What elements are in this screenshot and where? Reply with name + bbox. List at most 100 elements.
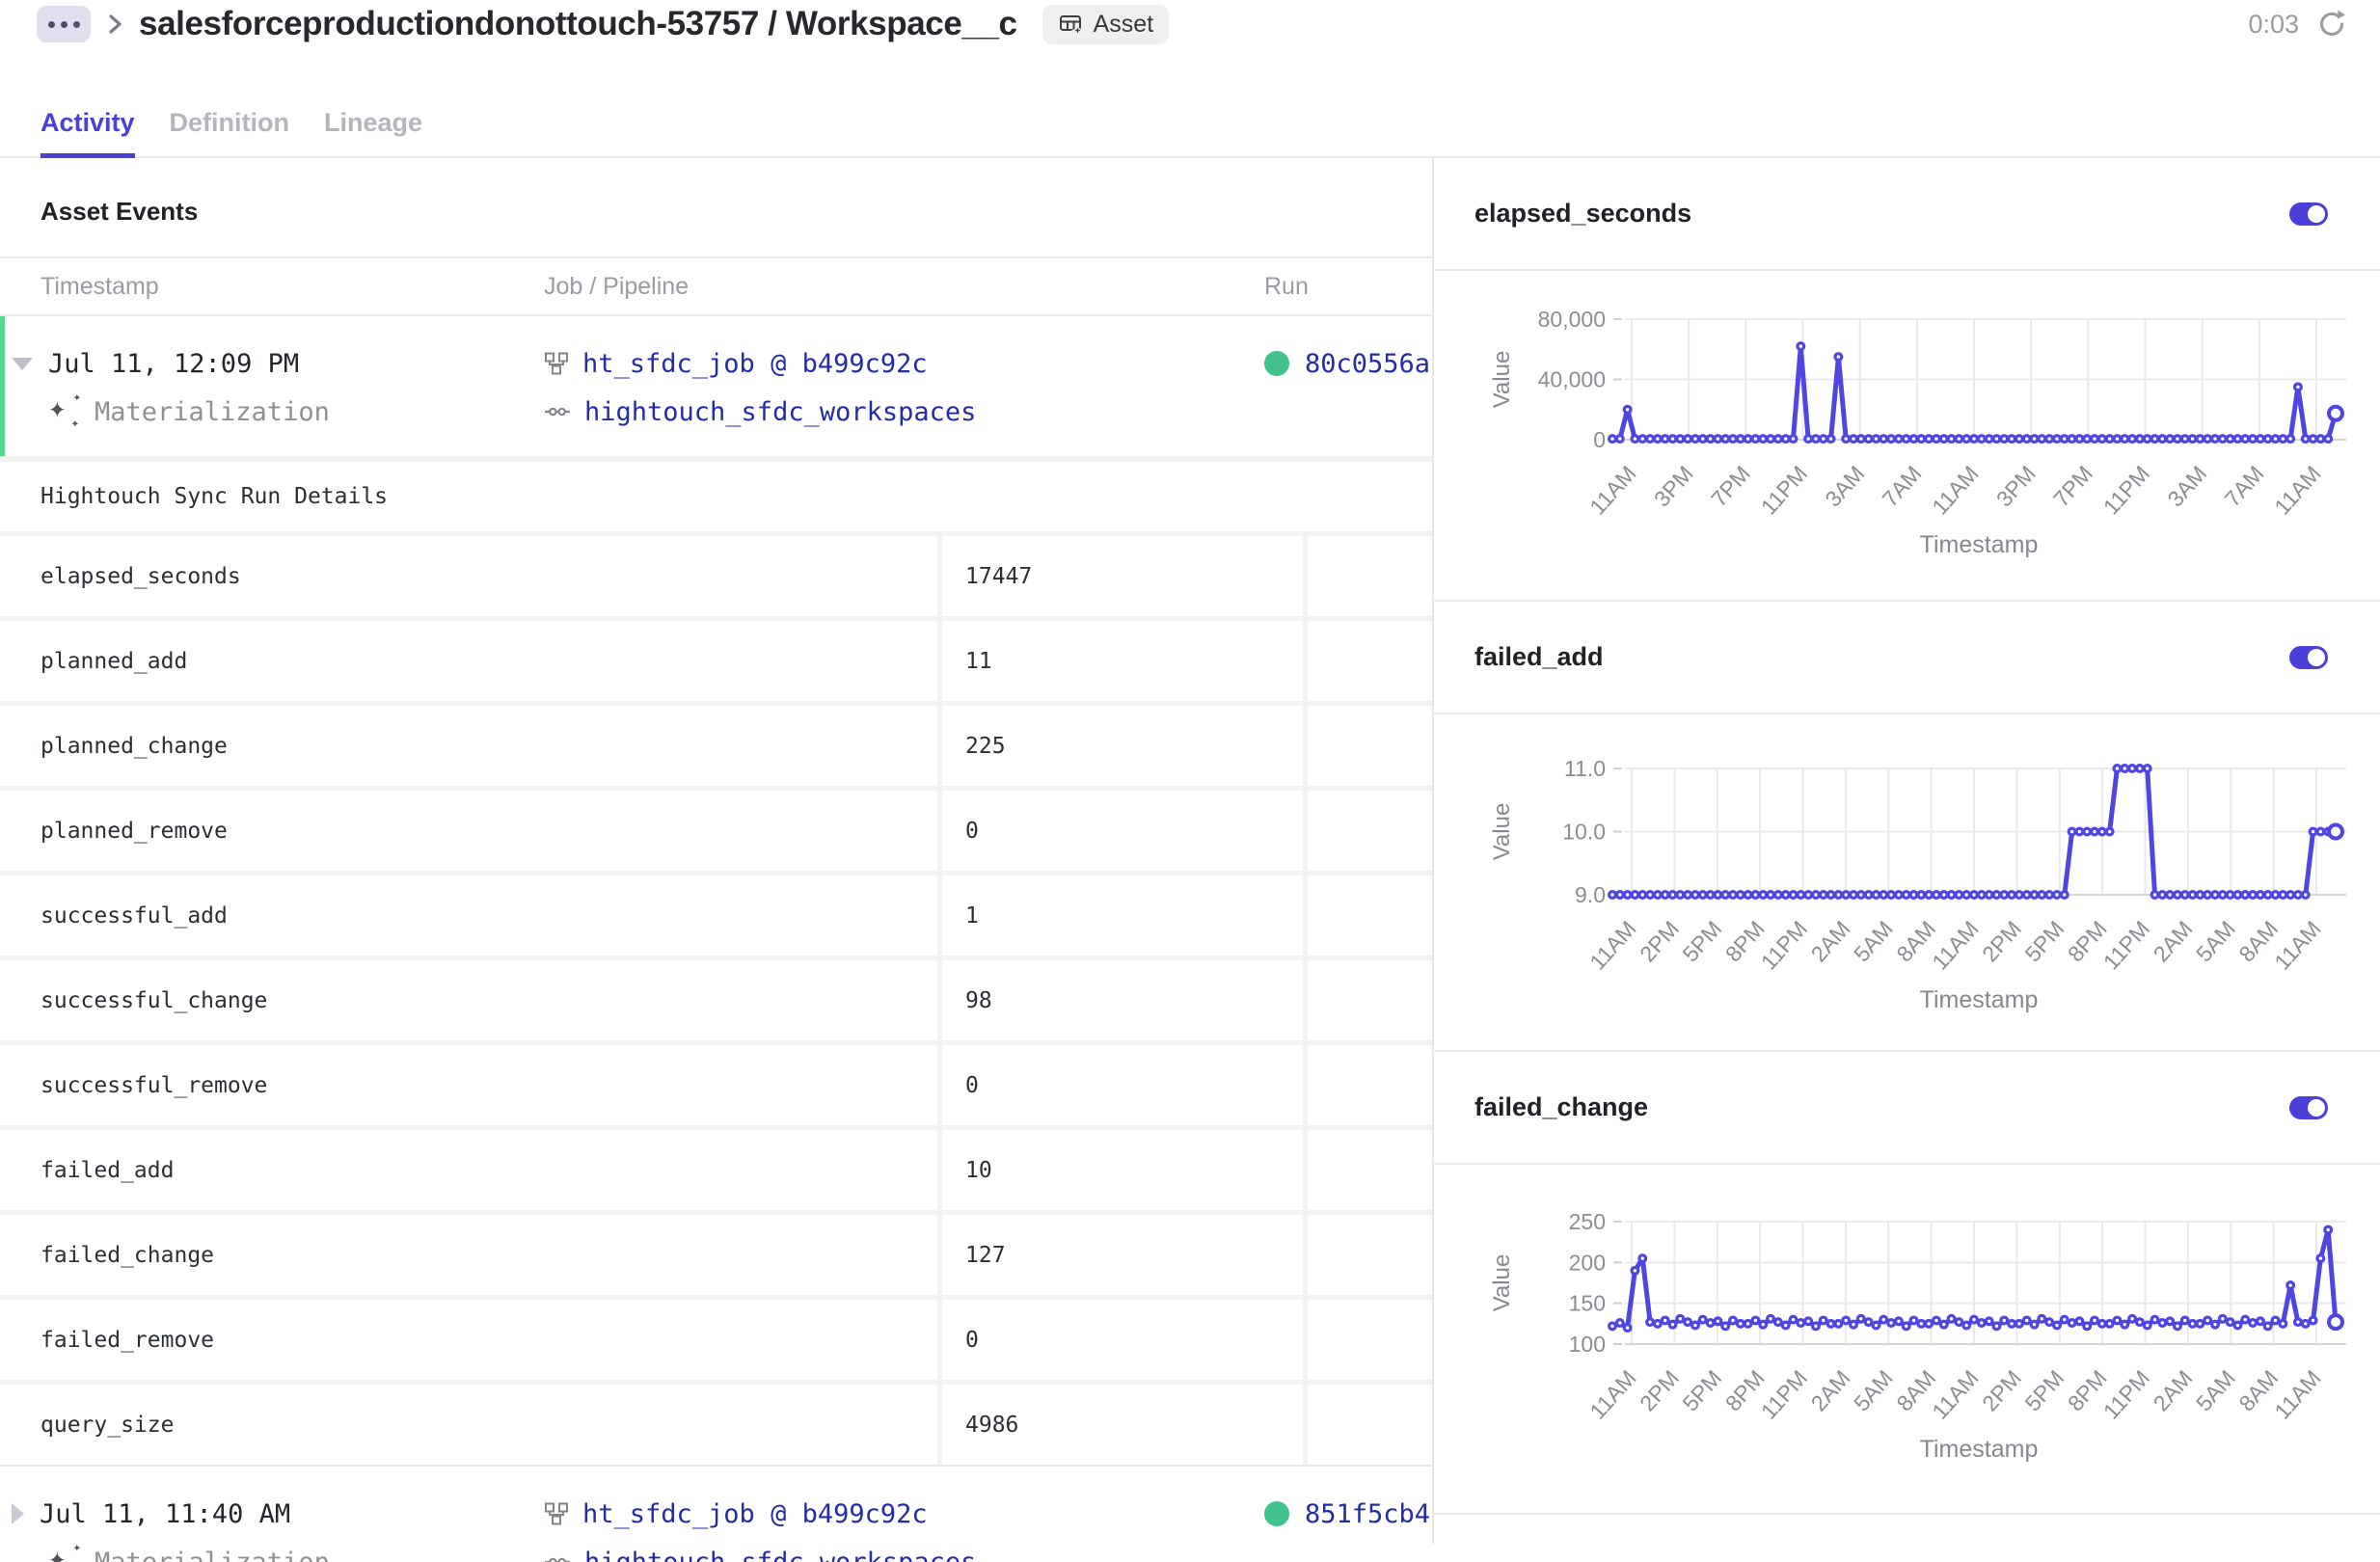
detail-key: planned_change [0, 706, 937, 786]
y-tick-label: 0 [1593, 427, 1606, 452]
chart-card-failed-change: failed_change 11AM2PM5PM8PM11PM2AM5AM8AM… [1434, 1052, 2380, 1515]
run-id-link[interactable]: 851f5cb4 [1305, 1499, 1430, 1529]
event-row-materialization-1140[interactable]: Jul 11, 11:40 AM ✦✦✦ Materialization [0, 1467, 1432, 1562]
asset-events-heading: Asset Events [0, 158, 1432, 256]
detail-value: 225 [942, 706, 1303, 786]
materialization-sparkle-icon: ✦✦✦ [48, 1541, 83, 1562]
x-tick-label: 11PM [1756, 461, 1812, 520]
top-bar: salesforceproductiondonottouch-53757 / W… [0, 0, 2380, 46]
run-id-link[interactable]: 80c0556a [1305, 349, 1430, 379]
collapse-row-icon[interactable] [12, 358, 33, 370]
pipeline-link[interactable]: hightouch_sfdc_workspaces [584, 1548, 976, 1562]
detail-empty-cell [1308, 1215, 1432, 1295]
x-tick-label: 11AM [1927, 1365, 1983, 1424]
detail-empty-cell [1308, 706, 1432, 786]
y-tick-label: 40,000 [1538, 367, 1606, 392]
y-tick-label: 80,000 [1538, 307, 1606, 332]
detail-empty-cell [1308, 1385, 1432, 1465]
chart-toggle[interactable] [2289, 646, 2328, 669]
y-tick-label: 9.0 [1575, 882, 1606, 907]
metric-charts-panel: elapsed_seconds 11AM3PM7PM11PM3AM7AM11AM… [1434, 158, 2380, 1544]
refresh-timer: 0:03 [2248, 10, 2299, 40]
detail-empty-cell [1308, 960, 1432, 1040]
x-tick-label: 2AM [2149, 916, 2198, 967]
x-tick-label: 5AM [1849, 1365, 1898, 1416]
expand-row-icon[interactable] [12, 1503, 24, 1524]
x-tick-label: 2PM [1635, 916, 1684, 967]
detail-row: failed_change127 [0, 1215, 1432, 1295]
x-tick-label: 11AM [1584, 461, 1640, 520]
x-tick-label: 11PM [2098, 916, 2154, 975]
event-type-label: Materialization [95, 1548, 330, 1562]
refresh-icon[interactable] [2316, 9, 2347, 40]
pipeline-link-icon [544, 404, 571, 419]
x-tick-label: 3PM [1649, 461, 1698, 512]
x-tick-label: 11AM [1584, 916, 1640, 975]
x-tick-label: 11AM [1584, 1365, 1640, 1424]
job-link[interactable]: ht_sfdc_job @ b499c92c [582, 349, 928, 379]
x-tick-label: 7AM [2220, 461, 2269, 512]
x-tick-label: 11PM [2098, 461, 2154, 520]
tab-lineage[interactable]: Lineage [324, 108, 422, 158]
detail-empty-cell [1308, 536, 1432, 616]
event-row-materialization-1209[interactable]: Jul 11, 12:09 PM ✦✦✦ Materialization [0, 316, 1432, 456]
event-timestamp: Jul 11, 12:09 PM [48, 349, 299, 379]
x-tick-label: 5PM [2019, 916, 2069, 967]
detail-row: elapsed_seconds17447 [0, 536, 1432, 616]
y-tick-label: 10.0 [1562, 820, 1606, 845]
detail-row: failed_remove0 [0, 1300, 1432, 1380]
detail-empty-cell [1308, 621, 1432, 701]
detail-empty-cell [1308, 1300, 1432, 1380]
sync-run-details-rows: elapsed_seconds17447planned_add11planned… [0, 536, 1432, 1465]
x-tick-label: 5PM [1677, 1365, 1726, 1416]
y-axis-title: Value [1489, 351, 1515, 409]
detail-value: 17447 [942, 536, 1303, 616]
tab-activity[interactable]: Activity [41, 108, 135, 158]
overflow-menu-button[interactable] [37, 6, 91, 42]
detail-key: elapsed_seconds [0, 536, 937, 616]
detail-key: failed_add [0, 1130, 937, 1210]
pipeline-link[interactable]: hightouch_sfdc_workspaces [584, 397, 976, 427]
x-tick-label: 2AM [1806, 916, 1855, 967]
job-graph-icon [544, 1501, 569, 1526]
asset-badge-label: Asset [1094, 11, 1154, 39]
detail-key: failed_change [0, 1215, 937, 1295]
y-tick-label: 150 [1569, 1291, 1606, 1316]
detail-row: successful_remove0 [0, 1045, 1432, 1125]
x-tick-label: 11PM [1756, 916, 1812, 975]
chart-toggle[interactable] [2289, 1096, 2328, 1119]
x-tick-label: 2PM [1635, 1365, 1684, 1416]
x-tick-label: 5PM [1677, 916, 1726, 967]
detail-value: 0 [942, 1300, 1303, 1380]
detail-key: failed_remove [0, 1300, 937, 1380]
chart-card-failed-add: failed_add 11AM2PM5PM8PM11PM2AM5AM8AM11A… [1434, 602, 2380, 1052]
x-axis-title: Timestamp [1920, 986, 2039, 1013]
x-tick-label: 5PM [2019, 1365, 2069, 1416]
job-link[interactable]: ht_sfdc_job @ b499c92c [582, 1499, 928, 1529]
tab-definition[interactable]: Definition [170, 108, 289, 158]
x-tick-label: 7AM [1878, 461, 1927, 512]
chart-card-elapsed-seconds: elapsed_seconds 11AM3PM7PM11PM3AM7AM11AM… [1434, 158, 2380, 602]
materialization-sparkle-icon: ✦✦✦ [48, 390, 83, 433]
detail-row: successful_change98 [0, 960, 1432, 1040]
asset-badge: Asset [1042, 5, 1170, 44]
detail-row: failed_add10 [0, 1130, 1432, 1210]
y-tick-label: 100 [1569, 1332, 1606, 1357]
x-axis-title: Timestamp [1920, 1436, 2039, 1463]
x-tick-label: 3AM [2162, 461, 2211, 512]
detail-key: successful_change [0, 960, 937, 1040]
asset-events-panel: Asset Events Timestamp Job / Pipeline Ru… [0, 158, 1434, 1544]
detail-row: successful_add1 [0, 875, 1432, 956]
detail-key: planned_remove [0, 791, 937, 871]
column-header-run: Run [1245, 273, 1432, 301]
x-tick-label: 11AM [1927, 461, 1983, 520]
asset-table-icon [1058, 12, 1084, 38]
y-axis-title: Value [1489, 803, 1515, 861]
x-tick-label: 11AM [2269, 916, 2325, 975]
chart-title: failed_change [1474, 1092, 1648, 1122]
x-tick-label: 2AM [2149, 1365, 2198, 1416]
detail-value: 4986 [942, 1385, 1303, 1465]
detail-value: 0 [942, 1045, 1303, 1125]
x-tick-label: 5AM [2191, 916, 2240, 967]
chart-toggle[interactable] [2289, 202, 2328, 226]
